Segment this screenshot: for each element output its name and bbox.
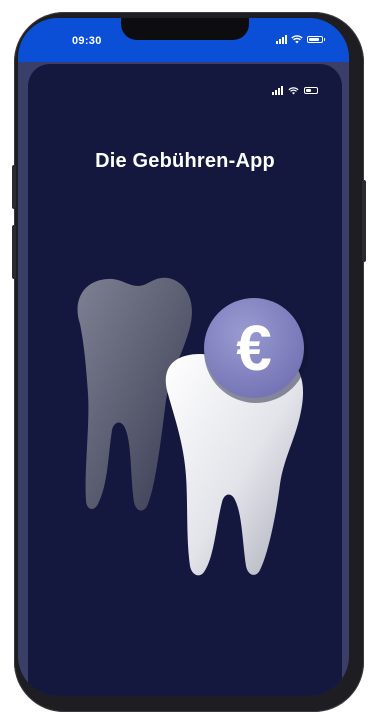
status-bar: 09:30	[18, 18, 349, 62]
app-splash: Die Gebühren-App €	[28, 64, 342, 696]
status-icons	[276, 35, 325, 44]
signal-icon	[276, 35, 287, 44]
status-time: 09:30	[72, 35, 102, 47]
volume-down-button	[12, 225, 16, 279]
tooth-illustration: €	[77, 277, 308, 576]
notch	[121, 18, 249, 40]
euro-coin-icon: €	[204, 298, 308, 403]
battery-icon	[307, 36, 325, 43]
euro-symbol: €	[236, 312, 272, 384]
power-button	[362, 180, 366, 262]
wifi-icon	[291, 35, 303, 44]
volume-up-button	[12, 165, 16, 209]
phone-screen: 09:30 Die Gebühren-App €	[18, 18, 349, 696]
